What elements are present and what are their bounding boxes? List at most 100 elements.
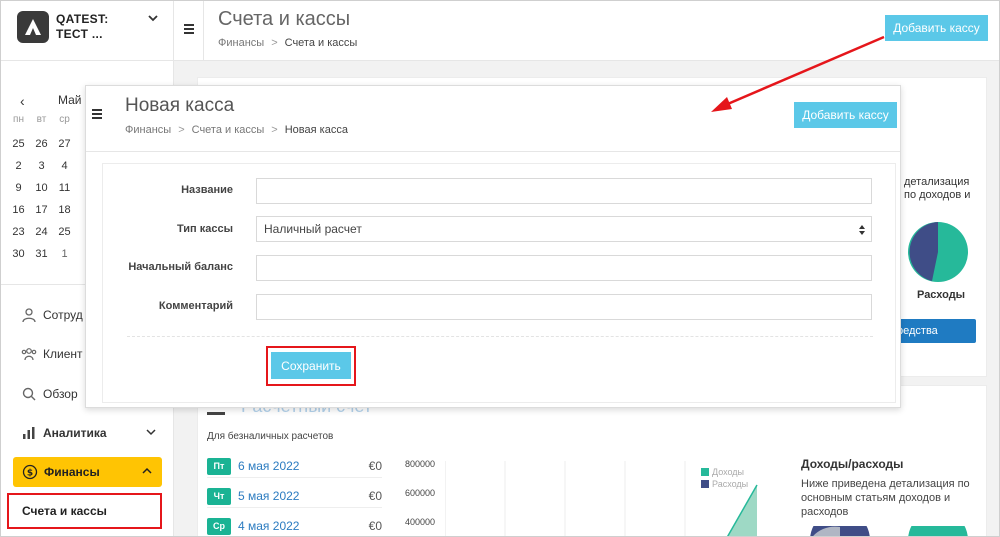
transaction-amount: €0 [368,519,382,533]
company-switcher[interactable]: QATEST: ТЕСТ ... [1,1,174,61]
transaction-date[interactable]: 5 мая 2022 [238,489,299,503]
calendar-day[interactable]: 26 [30,133,53,155]
calendar-day[interactable]: 11 [53,177,76,199]
add-cashbox-button[interactable]: Добавить кассу [885,15,988,41]
breadcrumb-link[interactable]: Финансы [125,124,171,136]
breadcrumb: Финансы > Счета и кассы [218,37,357,49]
breadcrumb: Финансы > Счета и кассы > Новая касса [125,124,348,136]
comment-label: Комментарий [158,300,233,312]
initial-balance-label: Начальный баланс [128,261,233,273]
calendar-day[interactable]: 9 [7,177,30,199]
table-row[interactable]: Чт 5 мая 2022 €0 [207,486,382,508]
calendar-day[interactable]: 30 [7,243,30,265]
legend-item: Доходы [701,466,748,478]
accounts-subtitle: Для безналичных расчетов [207,431,334,442]
menu-toggle[interactable] [86,86,112,152]
page-title: Счета и кассы [218,8,351,30]
dialog-title: Новая касса [125,95,235,116]
transaction-amount: €0 [368,459,382,473]
sidebar-item-finance[interactable]: $ Финансы [13,457,162,487]
logo-icon [25,19,41,35]
sidebar-item-label: Аналитика [43,426,107,440]
sidebar-item-employees[interactable]: Сотруд [21,305,83,325]
chart-y-tick: 400000 [405,517,436,527]
select-arrows-icon [859,225,865,235]
calendar-month[interactable]: Май [58,93,82,107]
sidebar-item-label: Счета и кассы [22,504,107,518]
breadcrumb-sep: > [271,37,278,49]
legend-label: Доходы [712,467,745,477]
user-icon [22,308,36,323]
calendar-day[interactable]: 24 [30,221,53,243]
detail-text: детализация по доходов и [904,176,971,201]
initial-balance-input[interactable] [256,255,872,281]
calendar-dow: вт [36,114,47,125]
comment-input[interactable] [256,294,872,320]
day-badge: Пт [207,458,231,475]
sidebar-item-clients[interactable]: Клиент [21,344,83,364]
new-cashbox-dialog: Новая касса Финансы > Счета и кассы > Новая … [85,85,901,408]
calendar-day[interactable]: 25 [53,221,76,243]
sidebar-item-label: Обзор [43,387,78,401]
chart-y-tick: 600000 [405,488,436,498]
legend-label: Расходы [712,479,749,489]
calendar-day[interactable]: 10 [30,177,53,199]
calendar-day[interactable]: 1 [53,243,76,265]
chevron-up-icon [142,467,152,474]
cashbox-form: Название Тип кассы Наличный расчет Начал… [102,163,896,403]
chevron-down-icon[interactable] [147,13,159,23]
pie-chart-partial [810,526,870,536]
type-select[interactable]: Наличный расчет [256,216,872,242]
calendar-dow: ср [59,114,70,125]
transaction-amount: €0 [368,489,382,503]
calendar-day[interactable]: 16 [7,199,30,221]
chevron-down-icon [146,429,156,436]
sidebar-item-overview[interactable]: Обзор [21,384,78,404]
table-row[interactable]: Ср 4 мая 2022 €0 [207,516,382,536]
app-window: QATEST: ТЕСТ ... ‹ Май пн вт ср 25 26 27… [0,0,1000,537]
legend-item: Расходы [701,478,748,490]
income-expenses-desc: Ниже приведена детализация по основным с… [801,478,970,518]
transaction-date[interactable]: 6 мая 2022 [238,459,299,473]
bar-chart-icon [23,427,35,439]
save-button[interactable]: Сохранить [271,352,351,379]
name-label: Название [181,184,233,196]
calendar-day[interactable]: 23 [7,221,30,243]
breadcrumb-link[interactable]: Счета и кассы [192,124,265,136]
dialog-header: Новая касса Финансы > Счета и кассы > Новая … [86,86,900,152]
chart-legend: Доходы Расходы [701,466,748,490]
company-name-line1: QATEST: [56,12,109,26]
breadcrumb-current: Новая касса [284,124,348,136]
sidebar-item-analytics[interactable]: Аналитика [21,423,156,443]
calendar-day[interactable]: 18 [53,199,76,221]
calendar-day[interactable]: 25 [7,133,30,155]
breadcrumb-link[interactable]: Финансы [218,37,264,49]
calendar-prev-button[interactable]: ‹ [20,93,25,109]
users-icon [21,348,37,361]
day-badge: Ср [207,518,231,535]
sidebar-item-label: Сотруд [43,308,83,322]
company-name-line2: ТЕСТ ... [56,27,103,41]
pie-chart [908,222,968,282]
table-row[interactable]: Пт 6 мая 2022 €0 [207,456,382,478]
menu-toggle[interactable] [174,1,204,61]
add-cashbox-button[interactable]: Добавить кассу [794,102,897,128]
search-icon [22,387,36,401]
calendar-day[interactable]: 2 [7,155,30,177]
calendar-day[interactable]: 3 [30,155,53,177]
pie-chart-partial [908,526,968,536]
type-select-value: Наличный расчет [264,222,362,236]
sidebar-subitem-accounts[interactable]: Счета и кассы [7,493,162,529]
income-expenses-title: Доходы/расходы [801,457,904,471]
calendar-day[interactable]: 27 [53,133,76,155]
calendar-day[interactable]: 4 [53,155,76,177]
transaction-date[interactable]: 4 мая 2022 [238,519,299,533]
app-logo [17,11,49,43]
svg-text:$: $ [27,469,33,479]
calendar-day[interactable]: 31 [30,243,53,265]
name-input[interactable] [256,178,872,204]
sidebar-item-label: Клиент [43,347,83,361]
expenses-label: Расходы [917,289,966,301]
form-divider [127,336,873,337]
calendar-day[interactable]: 17 [30,199,53,221]
